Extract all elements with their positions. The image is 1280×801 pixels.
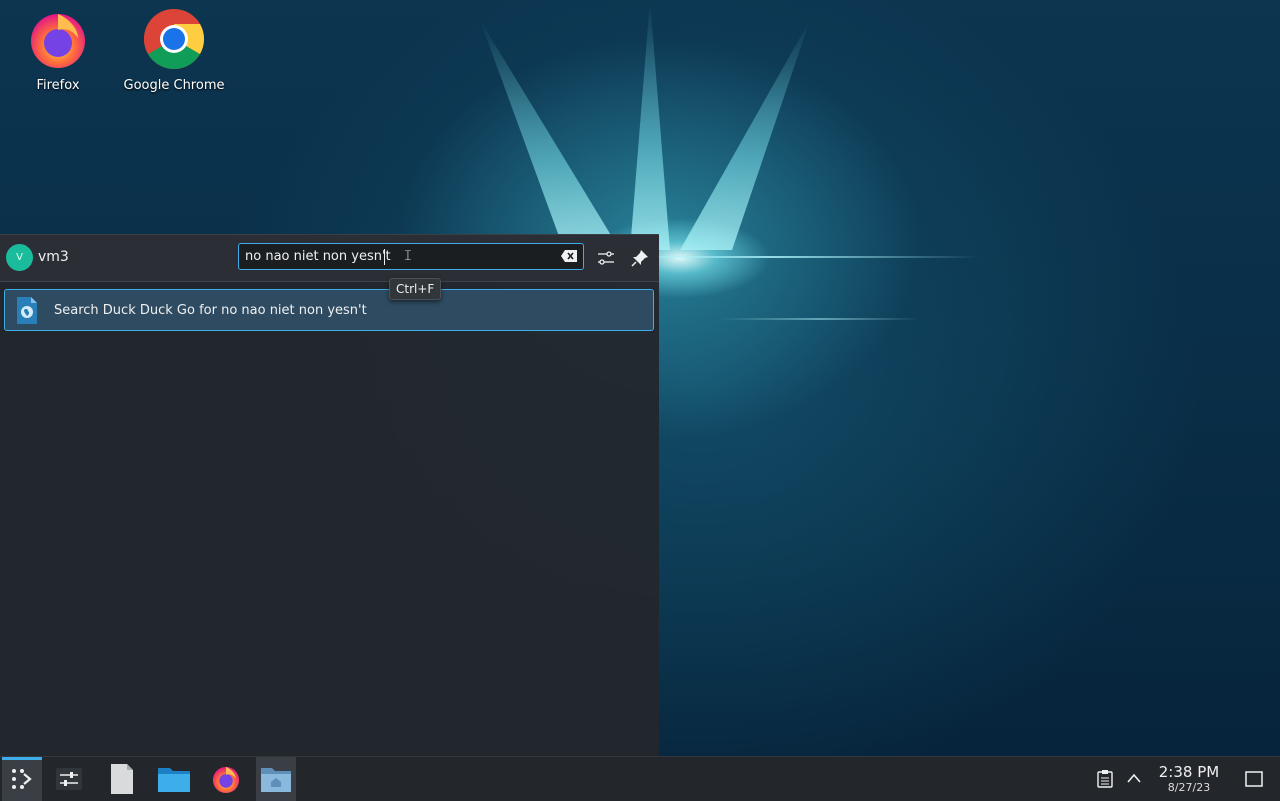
sliders-icon[interactable]	[596, 248, 616, 268]
taskbar-item-application-launcher[interactable]	[2, 757, 42, 801]
search-shortcut-tooltip: Ctrl+F	[389, 278, 442, 300]
taskbar-item-file-manager[interactable]	[154, 757, 194, 801]
firefox-icon	[31, 14, 85, 68]
desktop-icon-firefox[interactable]: Firefox	[3, 8, 113, 93]
sliders-icon	[56, 768, 82, 790]
ibeam-cursor-icon: 𝙸	[403, 248, 413, 264]
taskbar: 2:38 PM 8/27/23	[0, 756, 1280, 801]
show-desktop-icon[interactable]	[1245, 771, 1263, 787]
folder-icon	[158, 768, 190, 792]
clock-date: 8/27/23	[1167, 781, 1211, 794]
clock-time: 2:38 PM	[1158, 763, 1220, 781]
taskbar-item-firefox[interactable]	[206, 757, 246, 801]
taskbar-item-home-folder[interactable]	[256, 757, 296, 801]
pin-icon[interactable]	[630, 248, 650, 268]
desktop-icon-chrome[interactable]: Google Chrome	[119, 8, 229, 93]
search-input-text: no nao niet non yesn't	[245, 249, 391, 264]
web-search-icon	[17, 297, 37, 324]
search-input[interactable]: no nao niet non yesn't 𝙸	[238, 243, 584, 270]
desktop-icon-label: Google Chrome	[123, 78, 225, 93]
clipboard-icon[interactable]	[1097, 770, 1113, 788]
launcher-header: V vm3 no nao niet non yesn't 𝙸	[0, 235, 659, 282]
search-result-item[interactable]: Search Duck Duck Go for no nao niet non …	[4, 289, 654, 331]
taskbar-item-text-editor[interactable]	[102, 757, 142, 801]
digital-clock[interactable]: 2:38 PM 8/27/23	[1154, 763, 1224, 795]
home-folder-icon	[261, 768, 291, 792]
clear-icon[interactable]	[561, 250, 577, 262]
text-caret	[384, 249, 385, 265]
application-launcher-panel: V vm3 no nao niet non yesn't 𝙸 Search Du…	[0, 234, 659, 757]
kde-launcher-icon	[12, 769, 32, 789]
active-indicator	[2, 757, 42, 760]
desktop-icon-label: Firefox	[36, 78, 80, 93]
firefox-icon	[212, 766, 240, 794]
username: vm3	[38, 249, 69, 265]
chevron-up-icon[interactable]	[1126, 772, 1142, 784]
chrome-icon	[143, 8, 205, 70]
search-result-label: Search Duck Duck Go for no nao niet non …	[54, 303, 367, 318]
avatar[interactable]: V	[6, 244, 33, 271]
document-icon	[111, 764, 133, 794]
taskbar-item-system-settings[interactable]	[49, 757, 89, 801]
